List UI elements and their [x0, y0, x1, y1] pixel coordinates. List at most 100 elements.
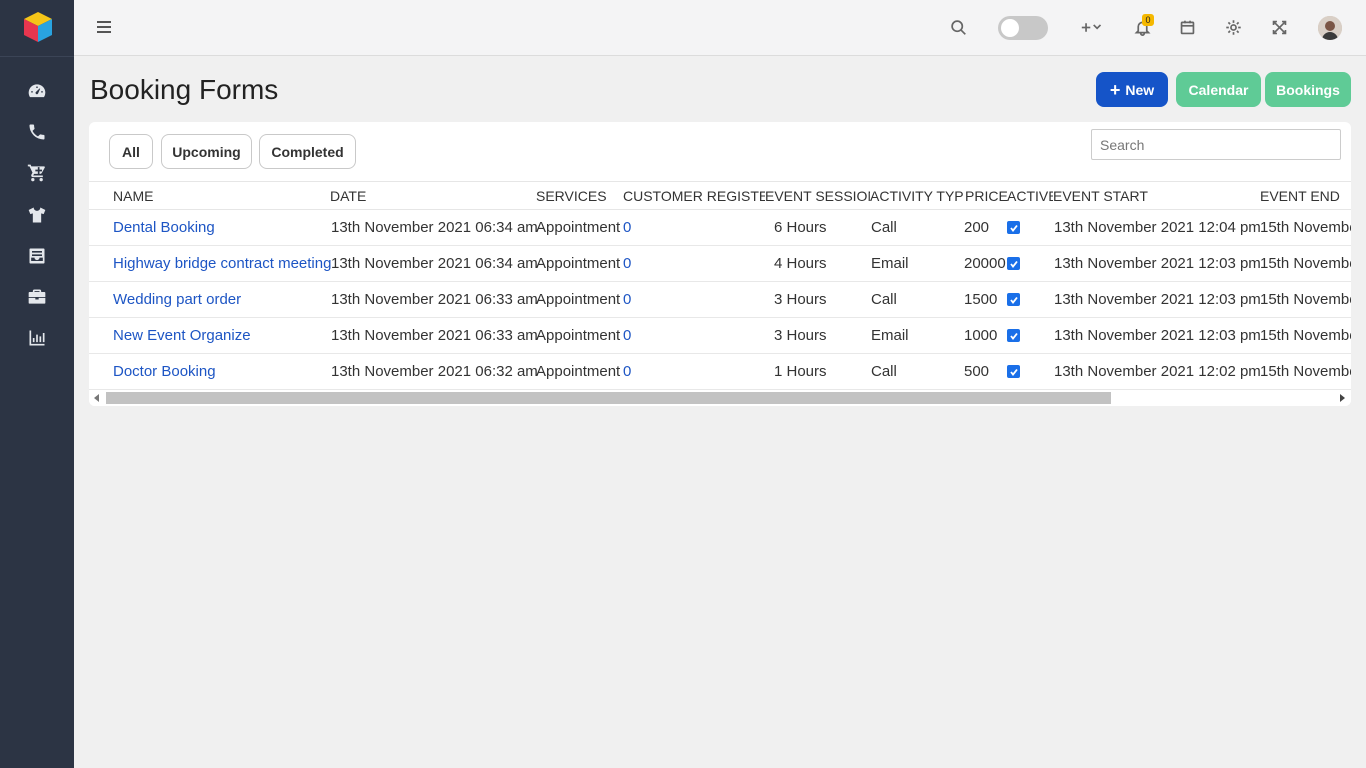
cell-session: 6 Hours: [774, 219, 827, 236]
active-checkbox[interactable]: [1007, 329, 1020, 342]
page-title: Booking Forms: [90, 74, 279, 105]
bell-icon[interactable]: 0: [1132, 14, 1154, 37]
top-bar: 0: [74, 0, 1366, 56]
table-row: Highway bridge contract meeting 13th Nove…: [89, 246, 1351, 282]
active-checkbox[interactable]: [1007, 293, 1020, 306]
check-icon: [1009, 296, 1018, 304]
cell-price: 1500: [964, 291, 998, 308]
cell-customers[interactable]: 0: [623, 291, 631, 308]
cell-price: 1000: [964, 327, 998, 344]
header-customer-registered[interactable]: CUSTOMER REGISTERED: [623, 188, 765, 204]
cell-event-end: 15th November: [1260, 327, 1351, 344]
check-icon: [1009, 368, 1018, 376]
plus-dropdown-icon[interactable]: [1078, 17, 1106, 37]
cube-logo[interactable]: [21, 10, 55, 44]
gear-icon[interactable]: [1223, 17, 1243, 37]
notification-badge: 0: [1142, 14, 1154, 26]
bar-chart-icon[interactable]: [26, 327, 48, 349]
cell-event-start: 13th November 2021 12:03 pm: [1054, 255, 1261, 272]
cell-price: 200: [964, 219, 990, 236]
filter-upcoming-button[interactable]: Upcoming: [161, 134, 252, 169]
inbox-icon[interactable]: [26, 245, 48, 267]
check-icon: [1009, 260, 1018, 268]
cell-customers[interactable]: 0: [623, 255, 631, 272]
plus-icon: +: [1109, 79, 1121, 100]
cell-services: Appointment: [536, 363, 621, 380]
cell-customers[interactable]: 0: [623, 219, 631, 236]
cell-date: 13th November 2021 06:34 am: [331, 219, 538, 236]
cell-activity: Call: [871, 363, 897, 380]
cell-name[interactable]: Highway bridge contract meeting: [113, 255, 331, 272]
sidebar-divider: [0, 56, 74, 57]
cell-event-end: 15th November: [1260, 219, 1351, 236]
active-checkbox[interactable]: [1007, 221, 1020, 234]
cell-event-start: 13th November 2021 12:03 pm: [1054, 291, 1261, 308]
calendar-icon[interactable]: [1177, 17, 1197, 37]
active-checkbox[interactable]: [1007, 365, 1020, 378]
cell-activity: Email: [871, 327, 909, 344]
phone-icon[interactable]: [26, 121, 48, 143]
cell-event-end: 15th November: [1260, 363, 1351, 380]
fullscreen-icon[interactable]: [1269, 17, 1289, 37]
scroll-left-arrow[interactable]: [94, 394, 99, 402]
header-price[interactable]: PRICE: [965, 188, 1008, 204]
bookings-button[interactable]: Bookings: [1265, 72, 1351, 107]
table-header: NAME DATE SERVICES CUSTOMER REGISTERED E…: [89, 181, 1351, 210]
header-activity-type[interactable]: ACTIVITY TYPE: [870, 188, 964, 204]
cell-session: 1 Hours: [774, 363, 827, 380]
cell-date: 13th November 2021 06:33 am: [331, 327, 538, 344]
cell-name[interactable]: New Event Organize: [113, 327, 251, 344]
cell-activity: Call: [871, 219, 897, 236]
header-name[interactable]: NAME: [113, 188, 153, 204]
sidebar: [0, 0, 74, 768]
cell-name[interactable]: Doctor Booking: [113, 363, 216, 380]
header-services[interactable]: SERVICES: [536, 188, 607, 204]
new-button[interactable]: + New: [1096, 72, 1168, 107]
booking-table: NAME DATE SERVICES CUSTOMER REGISTERED E…: [89, 181, 1351, 391]
check-icon: [1009, 224, 1018, 232]
header-event-session[interactable]: EVENT SESSION: [765, 188, 870, 204]
briefcase-icon[interactable]: [26, 286, 48, 308]
menu-icon[interactable]: [96, 19, 112, 35]
cell-event-end: 15th November: [1260, 255, 1351, 272]
cell-price: 500: [964, 363, 990, 380]
table-row: Dental Booking 13th November 2021 06:34 a…: [89, 210, 1351, 246]
check-icon: [1009, 332, 1018, 340]
shirt-icon[interactable]: [26, 204, 48, 226]
cell-session: 3 Hours: [774, 327, 827, 344]
scrollbar-thumb[interactable]: [106, 392, 1111, 404]
toggle-knob: [1001, 19, 1019, 37]
cell-customers[interactable]: 0: [623, 363, 631, 380]
avatar[interactable]: [1318, 16, 1342, 40]
cell-date: 13th November 2021 06:34 am: [331, 255, 538, 272]
header-event-start[interactable]: EVENT START: [1053, 188, 1148, 204]
cell-date: 13th November 2021 06:33 am: [331, 291, 538, 308]
new-button-label: New: [1125, 81, 1155, 98]
cell-activity: Call: [871, 291, 897, 308]
cart-icon[interactable]: [26, 162, 48, 184]
cell-event-start: 13th November 2021 12:03 pm: [1054, 327, 1261, 344]
search-icon[interactable]: [948, 17, 968, 37]
cell-services: Appointment: [536, 219, 621, 236]
horizontal-scrollbar[interactable]: [89, 391, 1351, 406]
scroll-right-arrow[interactable]: [1340, 394, 1345, 402]
cell-name[interactable]: Wedding part order: [113, 291, 241, 308]
filter-completed-button[interactable]: Completed: [259, 134, 356, 169]
cell-customers[interactable]: 0: [623, 327, 631, 344]
filter-all-button[interactable]: All: [109, 134, 153, 169]
calendar-button[interactable]: Calendar: [1176, 72, 1261, 107]
active-checkbox[interactable]: [1007, 257, 1020, 270]
search-input[interactable]: [1091, 129, 1341, 160]
cell-date: 13th November 2021 06:32 am: [331, 363, 538, 380]
cell-activity: Email: [871, 255, 909, 272]
cell-event-start: 13th November 2021 12:02 pm: [1054, 363, 1261, 380]
table-row: New Event Organize 13th November 2021 06:…: [89, 318, 1351, 354]
theme-toggle[interactable]: [998, 16, 1048, 40]
table-row: Doctor Booking 13th November 2021 06:32 a…: [89, 354, 1351, 390]
header-event-end[interactable]: EVENT END: [1260, 188, 1340, 204]
header-active[interactable]: ACTIVE: [1007, 188, 1053, 204]
dashboard-icon[interactable]: [26, 80, 48, 102]
cell-name[interactable]: Dental Booking: [113, 219, 215, 236]
header-date[interactable]: DATE: [330, 188, 366, 204]
table-row: Wedding part order 13th November 2021 06:…: [89, 282, 1351, 318]
